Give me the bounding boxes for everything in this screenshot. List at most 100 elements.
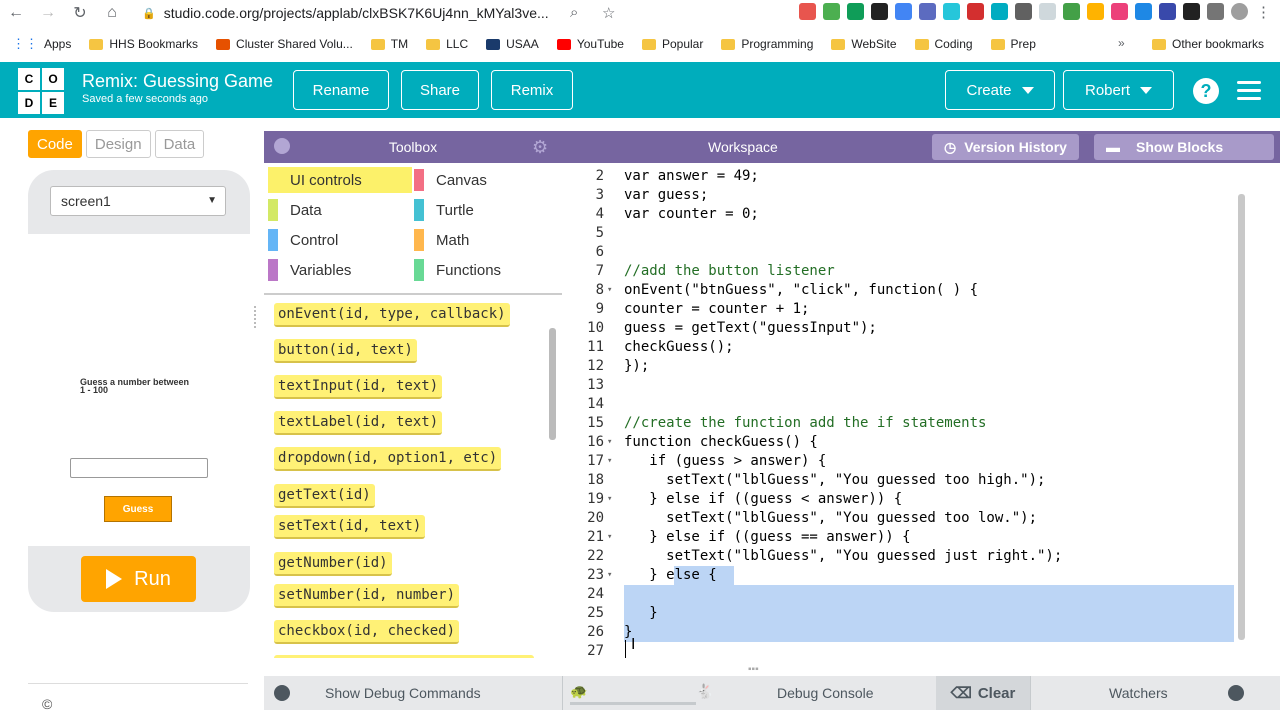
- code-line[interactable]: 3 var guess;: [562, 186, 1280, 205]
- bookmark-folder[interactable]: HHS Bookmarks: [89, 37, 198, 51]
- fold-toggle-icon[interactable]: ▾: [607, 566, 612, 585]
- extension-icon[interactable]: [1183, 3, 1200, 20]
- bookmark-folder[interactable]: Programming: [721, 37, 813, 51]
- scrollbar-thumb[interactable]: [1238, 194, 1245, 640]
- share-button[interactable]: Share: [401, 70, 479, 110]
- code-line[interactable]: 15 //create the function add the if state…: [562, 414, 1280, 433]
- block-textinput[interactable]: textInput(id, text): [274, 375, 443, 399]
- create-dropdown[interactable]: Create: [945, 70, 1055, 110]
- app-guess-button[interactable]: Guess: [104, 496, 172, 522]
- extension-icon[interactable]: [991, 3, 1008, 20]
- profile-avatar[interactable]: [1231, 3, 1248, 20]
- fold-toggle-icon[interactable]: ▾: [607, 528, 612, 547]
- extension-icon[interactable]: [943, 3, 960, 20]
- extension-icon[interactable]: [847, 3, 864, 20]
- screen-select[interactable]: screen1 ▼: [50, 186, 226, 216]
- block-dropdown[interactable]: dropdown(id, option1, etc): [274, 447, 502, 471]
- code-line[interactable]: 10 guess = getText("guessInput");: [562, 319, 1280, 338]
- bookmark-folder[interactable]: TM: [370, 37, 408, 51]
- code-line[interactable]: 4 var counter = 0;: [562, 205, 1280, 224]
- code-line[interactable]: 22 setText("lblGuess", "You guessed just…: [562, 547, 1280, 566]
- code-line[interactable]: 12});: [562, 357, 1280, 376]
- back-icon[interactable]: ←: [0, 4, 32, 22]
- category-variables[interactable]: Variables: [268, 257, 412, 283]
- bookmark-apps[interactable]: ⋮⋮ Apps: [12, 36, 71, 52]
- code-line[interactable]: 5: [562, 224, 1280, 243]
- bookmark-folder[interactable]: Popular: [641, 37, 703, 51]
- pdf-icon[interactable]: [967, 3, 984, 20]
- block-settext[interactable]: setText(id, text): [274, 515, 426, 539]
- bookmark-folder[interactable]: Coding: [914, 37, 973, 51]
- toolbox-scrollbar[interactable]: [547, 308, 557, 658]
- show-blocks-button[interactable]: ▬ Show Blocks: [1094, 134, 1274, 160]
- fold-toggle-icon[interactable]: ▾: [607, 490, 612, 509]
- bookmark-folder[interactable]: Prep: [990, 37, 1036, 51]
- code-line[interactable]: 2 var answer = 49;: [562, 167, 1280, 186]
- category-control[interactable]: Control: [268, 227, 412, 253]
- extension-icon[interactable]: [1135, 3, 1152, 20]
- code-line[interactable]: 9 counter = counter + 1;: [562, 300, 1280, 319]
- code-line[interactable]: 6: [562, 243, 1280, 262]
- extension-icon[interactable]: [1159, 3, 1176, 20]
- category-math[interactable]: Math: [414, 227, 558, 253]
- puzzle-icon[interactable]: [1207, 3, 1224, 20]
- kebab-menu-icon[interactable]: ⋮: [1255, 3, 1272, 21]
- editor-scrollbar[interactable]: [1236, 170, 1246, 660]
- category-ui-controls[interactable]: UI controls: [268, 167, 412, 193]
- bookmark-star-icon[interactable]: ☆: [602, 4, 615, 22]
- scrollbar-thumb[interactable]: [549, 328, 556, 440]
- extension-icon[interactable]: [799, 3, 816, 20]
- help-icon[interactable]: ?: [1193, 78, 1219, 104]
- extension-icon[interactable]: [871, 3, 888, 20]
- code-line[interactable]: 19 ▾ } else if ((guess < answer)) {: [562, 490, 1280, 509]
- fold-toggle-icon[interactable]: ▾: [607, 281, 612, 300]
- code-org-logo[interactable]: C O D E: [18, 68, 64, 114]
- copyright-icon[interactable]: ©: [42, 696, 52, 712]
- code-line[interactable]: 18 setText("lblGuess", "You guessed too …: [562, 471, 1280, 490]
- category-turtle[interactable]: Turtle: [414, 197, 558, 223]
- address-bar[interactable]: 🔒 studio.code.org/projects/applab/clxBSK…: [142, 5, 549, 21]
- url-text[interactable]: studio.code.org/projects/applab/clxBSK7K…: [164, 5, 549, 21]
- extension-icon[interactable]: [1015, 3, 1032, 20]
- extension-icon[interactable]: [919, 3, 936, 20]
- code-line[interactable]: 23 ▾ } else {: [562, 566, 1280, 585]
- extension-icon[interactable]: [1111, 3, 1128, 20]
- fold-toggle-icon[interactable]: ▾: [607, 433, 612, 452]
- code-line[interactable]: 27: [562, 642, 1280, 658]
- reload-icon[interactable]: ↻: [64, 3, 96, 23]
- collapse-toolbox-icon[interactable]: [274, 138, 290, 154]
- bookmarks-overflow-icon[interactable]: »: [1118, 36, 1125, 50]
- bookmark-usaa[interactable]: USAA: [486, 37, 539, 51]
- bookmark-folder[interactable]: Cluster Shared Volu...: [216, 37, 353, 51]
- gear-icon[interactable]: ⚙: [532, 137, 548, 158]
- block-checkbox[interactable]: checkbox(id, checked): [274, 620, 460, 644]
- block-setnumber[interactable]: setNumber(id, number): [274, 584, 460, 608]
- home-icon[interactable]: ⌂: [96, 4, 128, 22]
- speed-slider[interactable]: [570, 702, 696, 705]
- code-line[interactable]: 20 setText("lblGuess", "You guessed too …: [562, 509, 1280, 528]
- bookmark-youtube[interactable]: YouTube: [556, 37, 624, 51]
- version-history-button[interactable]: ◷ Version History: [932, 134, 1079, 160]
- code-line[interactable]: 25 }: [562, 604, 1280, 623]
- bookmark-folder[interactable]: WebSite: [831, 37, 897, 51]
- drag-handle[interactable]: [254, 306, 258, 328]
- block-button[interactable]: button(id, text): [274, 339, 417, 363]
- extension-icon[interactable]: [1087, 3, 1104, 20]
- bookmark-folder[interactable]: LLC: [426, 37, 468, 51]
- code-line[interactable]: 21 ▾ } else if ((guess == answer)) {: [562, 528, 1280, 547]
- code-line[interactable]: 17 ▾ if (guess > answer) {: [562, 452, 1280, 471]
- rename-button[interactable]: Rename: [293, 70, 389, 110]
- app-guess-input[interactable]: [70, 458, 208, 478]
- code-line[interactable]: 11 checkGuess();: [562, 338, 1280, 357]
- drive-icon[interactable]: [823, 3, 840, 20]
- block-onevent[interactable]: onEvent(id, type, callback): [274, 303, 510, 327]
- extension-icon[interactable]: [1063, 3, 1080, 20]
- shield-icon[interactable]: [895, 3, 912, 20]
- tab-code[interactable]: Code: [28, 130, 82, 158]
- clear-button[interactable]: ⌫ Clear: [936, 676, 1030, 710]
- expand-debug-icon[interactable]: [274, 685, 290, 701]
- tab-design[interactable]: Design: [85, 130, 151, 158]
- code-editor[interactable]: 2 var answer = 49; 3 var guess; 4 var counter…: [562, 163, 1280, 658]
- expand-watchers-icon[interactable]: [1228, 685, 1244, 701]
- resize-handle[interactable]: ▪▪▪: [748, 664, 759, 675]
